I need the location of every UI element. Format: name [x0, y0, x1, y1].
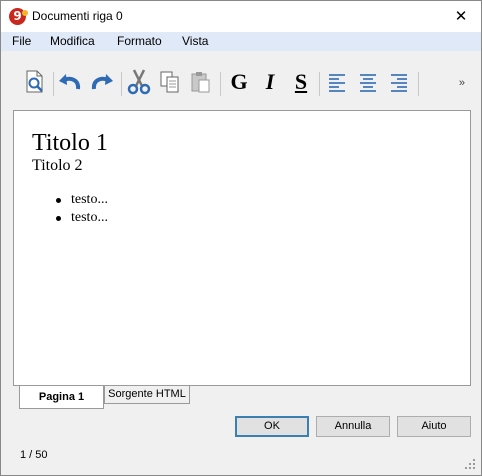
- bold-button[interactable]: G: [226, 69, 252, 95]
- toolbar-separator: [418, 72, 419, 96]
- underline-button[interactable]: S: [288, 69, 314, 95]
- tab-sorgente-html[interactable]: Sorgente HTML: [104, 386, 190, 404]
- menu-file[interactable]: File: [12, 34, 31, 48]
- ok-button[interactable]: OK: [235, 416, 309, 437]
- title-bar[interactable]: 9 Documenti riga 0 ✕: [1, 1, 481, 32]
- editor-window: 9 Documenti riga 0 ✕ File Modifica Forma…: [0, 0, 482, 476]
- document-editor[interactable]: Titolo 1 Titolo 2 testo... testo...: [13, 110, 471, 386]
- page-counter: 1 / 50: [20, 449, 48, 461]
- toolbar-separator: [319, 72, 320, 96]
- copy-icon[interactable]: [157, 69, 183, 95]
- cut-icon[interactable]: [126, 69, 152, 95]
- menu-formato[interactable]: Formato: [117, 34, 162, 48]
- toolbar-separator: [121, 72, 122, 96]
- close-icon[interactable]: ✕: [441, 1, 481, 32]
- cancel-button[interactable]: Annulla: [316, 416, 390, 437]
- undo-icon[interactable]: [57, 69, 83, 95]
- align-left-icon[interactable]: [324, 69, 350, 95]
- menu-modifica[interactable]: Modifica: [50, 34, 95, 48]
- align-center-icon[interactable]: [355, 69, 381, 95]
- redo-icon[interactable]: [89, 69, 115, 95]
- toolbar-separator: [53, 72, 54, 96]
- print-preview-icon[interactable]: [22, 69, 48, 95]
- list-item: testo...: [54, 191, 108, 209]
- menu-vista[interactable]: Vista: [182, 34, 208, 48]
- window-title: Documenti riga 0: [32, 9, 123, 23]
- help-button[interactable]: Aiuto: [397, 416, 471, 437]
- toolbar-overflow-button[interactable]: »: [459, 77, 465, 89]
- heading-1: Titolo 1: [32, 130, 108, 156]
- list-item: testo...: [54, 209, 108, 227]
- resize-grip-icon[interactable]: [465, 459, 475, 469]
- italic-button[interactable]: I: [257, 69, 283, 95]
- align-right-icon[interactable]: [386, 69, 412, 95]
- app-icon: 9: [9, 8, 28, 25]
- bullet-list: testo... testo...: [54, 191, 108, 227]
- toolbar-separator: [220, 72, 221, 96]
- paste-icon[interactable]: [188, 69, 214, 95]
- menu-bar: File Modifica Formato Vista: [1, 32, 481, 51]
- toolbar: G I S »: [13, 63, 471, 105]
- heading-2: Titolo 2: [32, 157, 83, 174]
- tab-pagina-1[interactable]: Pagina 1: [19, 386, 104, 409]
